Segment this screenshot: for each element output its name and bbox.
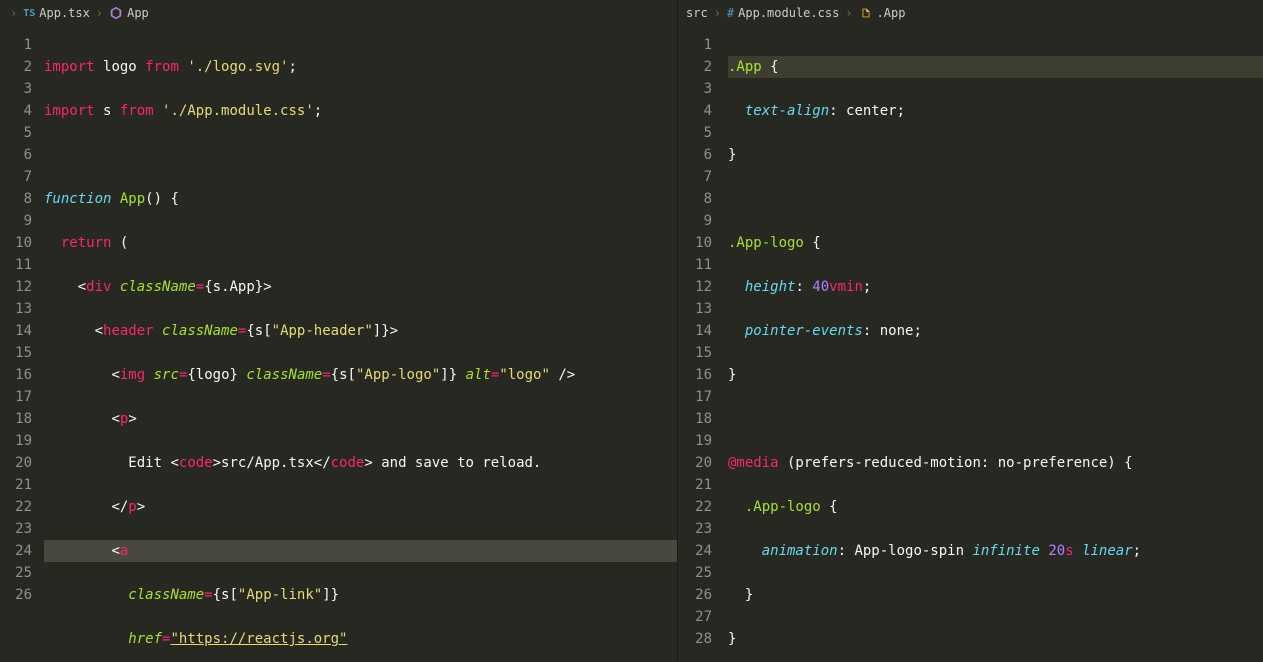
editor-right[interactable]: 1234567891011121314151617181920212223242… <box>678 26 1263 662</box>
chevron-right-icon: › <box>8 6 19 20</box>
breadcrumb-folder[interactable]: src <box>686 6 708 20</box>
breadcrumb-symbol[interactable]: App <box>127 6 149 20</box>
css-icon: # <box>727 6 734 20</box>
breadcrumb-right[interactable]: src › # App.module.css › .App <box>678 0 1263 26</box>
chevron-right-icon: › <box>712 6 723 20</box>
editor-pane-right: src › # App.module.css › .App 1234567891… <box>678 0 1263 662</box>
gutter-right: 1234567891011121314151617181920212223242… <box>678 26 728 662</box>
code-area-right[interactable]: .App { text-align: center; } .App-logo {… <box>728 26 1263 662</box>
chevron-right-icon: › <box>94 6 105 20</box>
breadcrumb-file[interactable]: App.tsx <box>39 6 90 20</box>
chevron-right-icon: › <box>843 6 854 20</box>
breadcrumb-symbol[interactable]: .App <box>877 6 906 20</box>
code-area-left[interactable]: import logo from './logo.svg'; import s … <box>44 26 677 662</box>
breadcrumb-file[interactable]: App.module.css <box>738 6 839 20</box>
breadcrumb-left[interactable]: › TS App.tsx › App <box>0 0 677 26</box>
typescript-icon: TS <box>23 8 35 19</box>
symbol-class-icon <box>859 6 873 20</box>
editor-left[interactable]: 1234567891011121314151617181920212223242… <box>0 26 677 662</box>
gutter-left: 1234567891011121314151617181920212223242… <box>0 26 44 662</box>
symbol-module-icon <box>109 6 123 20</box>
editor-pane-left: › TS App.tsx › App 123456789101112131415… <box>0 0 678 662</box>
